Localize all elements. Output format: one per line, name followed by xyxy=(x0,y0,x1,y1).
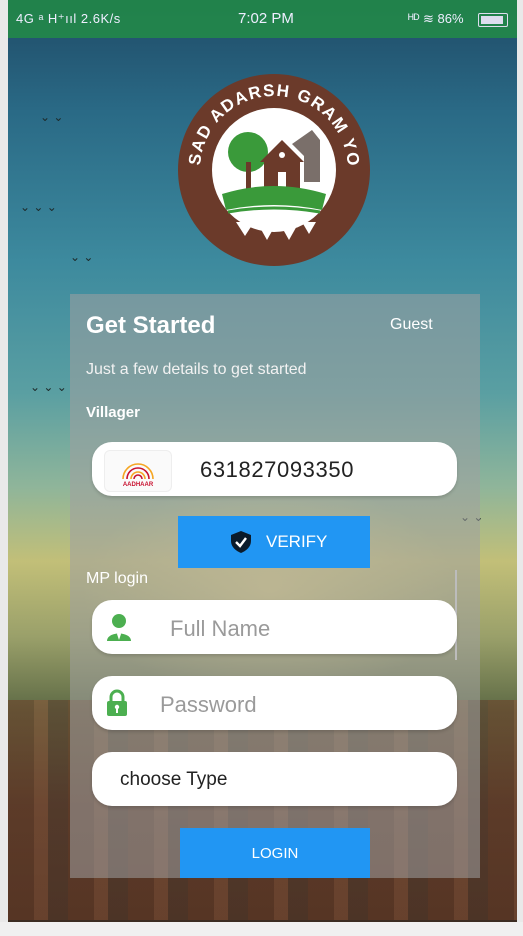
user-icon xyxy=(107,614,131,641)
choose-type-select[interactable]: choose Type xyxy=(92,752,457,806)
choose-type-value: choose Type xyxy=(120,769,228,790)
guest-link[interactable]: Guest xyxy=(390,316,433,334)
login-button[interactable]: LOGIN xyxy=(180,828,370,878)
bird-icon: ⌄ ⌄ xyxy=(70,250,94,264)
aadhaar-icon: AADHAAR xyxy=(104,450,172,492)
app-logo: SAANSAD ADARSH GRAM YOJANA xyxy=(174,70,370,266)
verify-label: VERIFY xyxy=(266,532,328,551)
bird-icon: ⌄ ⌄ xyxy=(40,110,64,124)
network-status: 4G ᵃ H⁺ııl 2.6K/s xyxy=(16,11,121,26)
full-name-input[interactable] xyxy=(168,615,442,643)
verify-button[interactable]: VERIFY xyxy=(178,516,370,568)
signal-battery-status: ᴴᴰ ≋ 86% xyxy=(408,11,464,26)
bird-icon: ⌄ ⌄ ⌄ xyxy=(20,200,57,214)
shield-check-icon xyxy=(231,531,251,553)
password-field[interactable] xyxy=(92,676,457,730)
status-bar: 4G ᵃ H⁺ııl 2.6K/s 7:02 PM ᴴᴰ ≋ 86% xyxy=(8,0,517,38)
battery-icon xyxy=(478,13,508,27)
status-time: 7:02 PM xyxy=(238,10,294,27)
aadhaar-logo-text: AADHAAR xyxy=(122,482,154,488)
villager-label: Villager xyxy=(86,404,140,421)
mp-login-label: MP login xyxy=(86,570,148,587)
aadhaar-input[interactable] xyxy=(198,456,442,484)
screen-frame-bottom xyxy=(0,922,523,936)
screen-frame-right xyxy=(517,0,523,936)
password-input[interactable] xyxy=(158,691,442,719)
screen-frame-left xyxy=(0,0,8,936)
bird-icon: ⌄ ⌄ ⌄ xyxy=(30,380,67,394)
card-subtitle: Just a few details to get started xyxy=(86,361,307,378)
aadhaar-field[interactable]: AADHAAR xyxy=(92,442,457,496)
lock-icon xyxy=(107,689,127,716)
card-title: Get Started xyxy=(86,312,216,339)
full-name-field[interactable] xyxy=(92,600,457,654)
get-started-card: Get Started Guest Just a few details to … xyxy=(70,294,480,878)
